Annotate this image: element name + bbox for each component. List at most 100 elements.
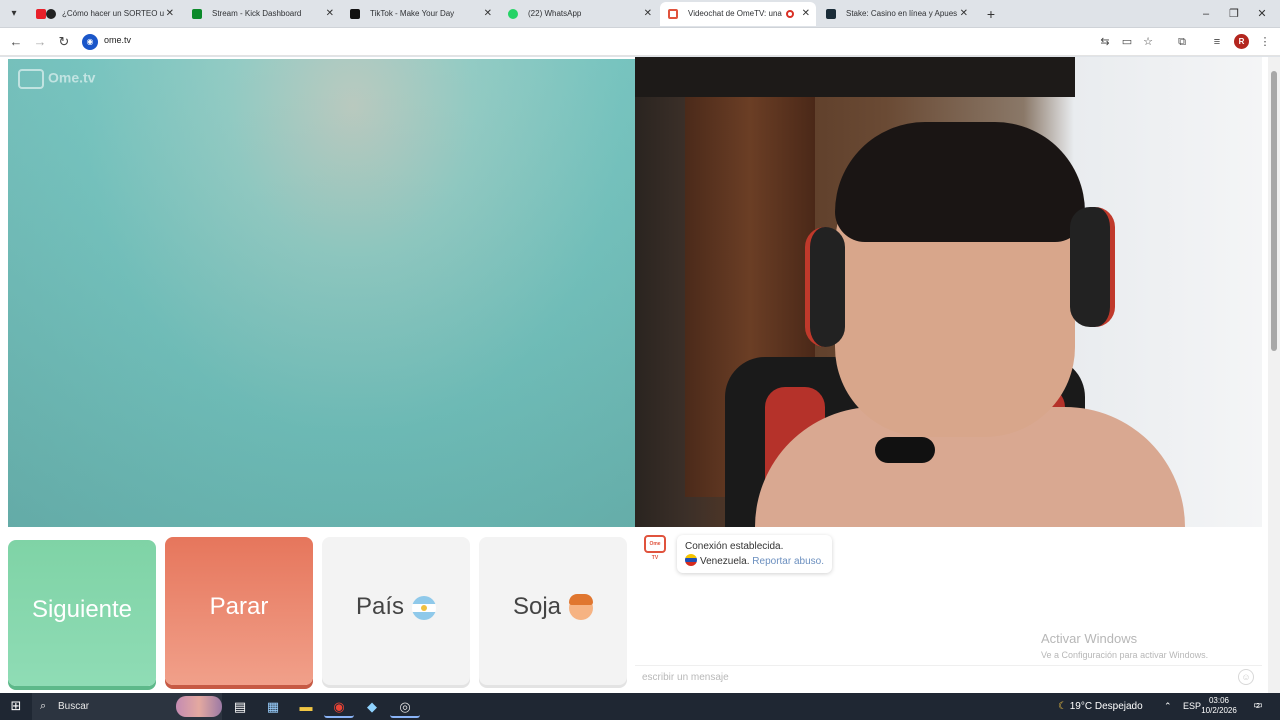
weather-text: 19°C Despejado <box>1069 701 1143 712</box>
activate-windows-subtitle: Ve a Configuración para activar Windows. <box>1041 650 1209 660</box>
partner-country: Venezuela. <box>700 556 750 567</box>
next-button-label: Siguiente <box>31 596 133 623</box>
notification-count: 2 <box>1256 703 1260 710</box>
close-tab-icon[interactable]: ✕ <box>802 2 810 26</box>
forward-arrow-icon[interactable]: → <box>30 32 50 52</box>
close-tab-icon[interactable]: ✕ <box>326 2 334 26</box>
new-tab-plus-icon[interactable]: + <box>981 4 1001 24</box>
ometv-favicon-icon <box>668 9 678 19</box>
chat-panel: Ome TV Conexión establecida. Venezuela. … <box>635 527 1262 693</box>
file-explorer-icon[interactable]: ▬ <box>291 695 321 718</box>
tab-title: ¿Cómo hacer un SORTEO u <box>62 9 165 18</box>
windows-taskbar: ⊞ ⌕ Buscar ▤ ▦ ▬ ◉ ◆ ◎ ☾ 19°C Despejado … <box>0 693 1280 720</box>
gender-filter-button[interactable]: Soja <box>479 537 627 685</box>
tiktok-favicon-icon <box>350 9 360 19</box>
ometv-chat-logo-icon: Ome TV <box>644 535 666 561</box>
gender-button-label: Soja <box>512 593 562 620</box>
close-tab-icon[interactable]: ✕ <box>484 2 492 26</box>
recording-dot-icon <box>46 9 56 19</box>
partner-country-line: Venezuela. Reportar abuso. <box>685 554 824 569</box>
extensions-icon[interactable]: ⧉ <box>1173 32 1191 52</box>
system-message-bubble: Conexión establecida. Venezuela. Reporta… <box>677 535 832 573</box>
taskbar-search[interactable]: ⌕ Buscar <box>32 693 222 720</box>
more-menu-icon[interactable]: ⋮ <box>1256 32 1274 52</box>
clock-date: 10/2/2026 <box>1201 706 1237 715</box>
site-info-icon[interactable]: ◉ <box>82 34 98 50</box>
media-controls-icon[interactable]: ≡ <box>1208 32 1226 52</box>
tab-kick-dashboard[interactable]: Stream - Kick Dashboard ✕ <box>184 2 340 26</box>
weather-widget[interactable]: ☾ 19°C Despejado <box>1058 693 1143 720</box>
browser-toolbar: ← → ↻ ◉ ome.tv ⇆ ▭ ☆ ⧉ ≡ R ⋮ <box>0 28 1280 56</box>
ometv-watermark: Ome.tv <box>18 69 95 89</box>
tab-whatsapp[interactable]: (22) WhatsApp ✕ <box>500 2 658 26</box>
close-window-icon[interactable]: ✕ <box>1252 4 1272 24</box>
stake-favicon-icon <box>826 9 836 19</box>
search-label: Buscar <box>58 701 90 712</box>
tab-title: TikTok - Make Your Day <box>370 9 455 18</box>
emoji-picker-icon[interactable]: ☺ <box>1238 669 1254 685</box>
close-tab-icon[interactable]: ✕ <box>166 2 174 26</box>
country-filter-button[interactable]: País <box>322 537 470 685</box>
ometv-tv-icon <box>18 69 44 89</box>
url-text: ome.tv <box>104 35 132 45</box>
report-abuse-link[interactable]: Reportar abuso. <box>752 556 824 567</box>
argentina-flag-icon <box>412 595 437 620</box>
tab-stake[interactable]: Stake: Casino en línea y Apues ✕ <box>818 2 974 26</box>
tab-title: Videochat de OmeTV: una <box>688 9 782 18</box>
scrollbar-thumb[interactable] <box>1271 71 1277 351</box>
task-view-icon[interactable]: ▤ <box>225 695 255 718</box>
notification-center-icon[interactable]: ▭ 2 <box>1251 699 1265 713</box>
cast-icon[interactable]: ▭ <box>1118 32 1136 52</box>
next-button[interactable]: Siguiente <box>8 540 156 686</box>
kick-favicon-icon <box>192 9 202 19</box>
webcam-person-hair <box>835 122 1085 242</box>
activate-windows-title: Activar Windows <box>1041 631 1138 646</box>
tab-title: Stake: Casino en línea y Apues <box>846 9 958 18</box>
tab-ometv[interactable]: Videochat de OmeTV: una ✕ <box>660 2 816 26</box>
windows-start-icon[interactable]: ⊞ <box>8 698 24 714</box>
restore-icon[interactable]: ❐ <box>1224 4 1244 24</box>
stop-button-label: Parar <box>209 593 269 620</box>
back-arrow-icon[interactable]: ← <box>6 32 26 52</box>
language-indicator[interactable]: ESP <box>1183 693 1201 720</box>
clock-time: 03:06 <box>1208 696 1230 705</box>
tab-title: Stream - Kick Dashboard <box>212 9 302 18</box>
local-webcam-video <box>635 57 1262 527</box>
boy-emoji-icon <box>569 593 594 620</box>
minimize-icon[interactable]: – <box>1196 4 1216 24</box>
chrome-icon[interactable]: ◉ <box>324 695 354 718</box>
venezuela-flag-icon <box>685 554 697 566</box>
stop-button[interactable]: Parar <box>165 537 313 685</box>
tab-list-chevron-icon[interactable]: ▾ <box>4 4 24 24</box>
chat-input-area: ☺ <box>635 665 1262 687</box>
microsoft-store-icon[interactable]: ▦ <box>258 695 288 718</box>
tab-tiktok[interactable]: TikTok - Make Your Day ✕ <box>342 2 498 26</box>
translate-icon[interactable]: ⇆ <box>1096 32 1114 52</box>
close-tab-icon[interactable]: ✕ <box>644 2 652 26</box>
browser-tab-strip: ▾ ¿Cómo hacer un SORTEO u ✕ Stream - Kic… <box>0 0 1280 28</box>
activate-windows-watermark: Activar Windows Ve a Configuración para … <box>1041 631 1208 660</box>
search-icon: ⌕ <box>40 700 47 712</box>
tray-chevron-icon[interactable]: ⌃ <box>1164 693 1172 720</box>
moon-icon: ☾ <box>1058 701 1067 712</box>
system-clock[interactable]: 03:06 10/2/2026 <box>1200 696 1238 716</box>
tab-title: (22) WhatsApp <box>528 9 582 18</box>
page-scrollbar[interactable] <box>1268 57 1280 693</box>
ometv-page: Ome.tv Siguiente Parar País Soja Ome TV … <box>0 57 1280 693</box>
steam-icon[interactable]: ◆ <box>357 695 387 718</box>
remote-video: Ome.tv <box>8 59 635 527</box>
youtube-favicon-icon <box>36 9 46 19</box>
address-bar[interactable]: ◉ ome.tv <box>82 32 1092 52</box>
bookmark-star-icon[interactable]: ☆ <box>1139 32 1157 52</box>
watermark-text: Ome.tv <box>48 69 96 86</box>
connection-status: Conexión establecida. <box>685 541 784 552</box>
headset-mic-icon <box>875 437 935 463</box>
chat-message-input[interactable] <box>642 669 1222 685</box>
obs-icon[interactable]: ◎ <box>390 695 420 718</box>
profile-avatar[interactable]: R <box>1234 34 1249 49</box>
close-tab-icon[interactable]: ✕ <box>960 2 968 26</box>
reload-icon[interactable]: ↻ <box>54 32 74 52</box>
whatsapp-favicon-icon <box>508 9 518 19</box>
recording-indicator-icon <box>786 10 794 18</box>
tab-youtube-sorteo[interactable]: ¿Cómo hacer un SORTEO u ✕ <box>28 2 180 26</box>
